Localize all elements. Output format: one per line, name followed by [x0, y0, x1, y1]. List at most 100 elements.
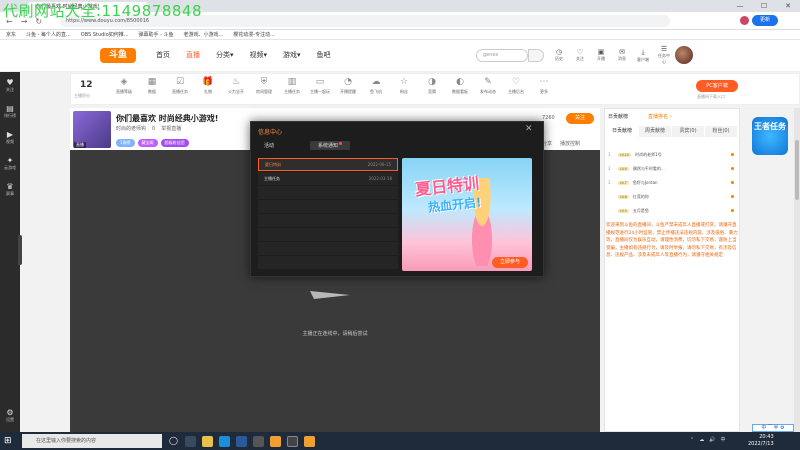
nav-home[interactable]: 首页 [156, 50, 170, 60]
player-control-button[interactable]: 播放控制 [560, 140, 580, 147]
bookmark-item[interactable]: 京东 [6, 31, 16, 38]
network-icon[interactable]: ☁ [699, 437, 704, 443]
sidebar-item-video[interactable]: ▶ 视频 [0, 130, 20, 145]
taskbar-search-input[interactable]: 在这里输入你要搜索的内容 [22, 434, 162, 448]
streamer-name[interactable]: 时尚的老师钩 [116, 125, 146, 132]
stat-item[interactable]: ☑ 直播任务 [168, 77, 192, 95]
rank-more-link[interactable]: 直播排名 › [648, 113, 672, 120]
pc-client-button[interactable]: PC客户端 [696, 80, 738, 92]
report-link[interactable]: 举报直播 [161, 125, 181, 132]
bookmark-item[interactable]: 樱花动漫-专注动... [233, 31, 275, 38]
sidebar-item-follow[interactable]: ♥ 关注 [0, 78, 20, 93]
stat-item[interactable]: ◑ 竞猜 [420, 77, 444, 95]
more-icon: ⋯ [539, 77, 549, 87]
tab-weekly-rank[interactable]: 周贡献榜 [639, 126, 672, 137]
maximize-button[interactable]: ☐ [752, 0, 776, 12]
tag[interactable]: 1周榜 [116, 139, 135, 147]
ime-toolbar[interactable]: 中 ⁀ 半 ⚙ [752, 424, 794, 432]
nav-game[interactable]: 游戏▾ [283, 50, 301, 60]
stat-item[interactable]: 🎁 礼物 [196, 77, 220, 95]
sidebar-item-rank[interactable]: ▤ 排行榜 [0, 104, 20, 119]
system-clock[interactable]: 20:43 2022/7/13 [748, 434, 774, 448]
list-item[interactable]: 1 LV.10 时尚的老师1号 [608, 150, 736, 159]
tab-activities[interactable]: 活动 [256, 141, 282, 150]
tab-system-notice[interactable]: 系统通知 [310, 141, 351, 150]
stat-label: 礼物 [204, 89, 212, 94]
follow-icon[interactable]: ♡ 关注 [573, 48, 587, 62]
stat-item[interactable]: ▭ 主播一起玩 [308, 77, 332, 95]
app-icon[interactable] [304, 435, 315, 447]
follow-button[interactable]: 关注 [566, 113, 594, 124]
update-button[interactable]: 更新 [752, 15, 778, 26]
bookmark-item[interactable]: 老游戏、小游戏... [184, 31, 224, 38]
stat-item[interactable]: ☆ 粉丝 [392, 77, 416, 95]
steam-icon[interactable] [236, 435, 247, 447]
stat-item[interactable]: ♨ 火力全开 [224, 77, 248, 95]
tag[interactable]: 藏宝阁 [137, 139, 158, 147]
sidebar-item-events[interactable]: ♛ 赛事 [0, 182, 20, 197]
video-icon: ▶ [6, 130, 14, 139]
bookmark-item[interactable]: 弹幕助手 - 斗鱼 [139, 31, 174, 38]
list-item[interactable]: LV.5 五月是鱼 [608, 206, 736, 215]
task-icon[interactable]: ☰ 任务中心 [657, 45, 671, 65]
app-icon[interactable] [253, 435, 264, 447]
stat-item[interactable]: ☁ 鱼飞机 [364, 77, 388, 95]
tray-expand-icon[interactable]: ⌃ [690, 437, 694, 443]
stat-item[interactable]: ⋯ 更多 [532, 77, 556, 95]
folder-icon[interactable] [202, 435, 213, 447]
join-button[interactable]: 立即参与 [492, 257, 528, 268]
search-icon[interactable] [528, 49, 544, 62]
list-item[interactable]: 主播任务 2022-03-18 [258, 172, 398, 185]
live-icon[interactable]: ▣ 开播 [594, 48, 608, 62]
close-icon[interactable]: ✕ [525, 124, 533, 134]
task-view-icon[interactable]: ◯ [168, 436, 179, 447]
stat-label: 更多 [540, 89, 548, 94]
tab-vip[interactable]: 贵宾(0) [672, 126, 705, 137]
stat-item[interactable]: ▥ 主播任务 [280, 77, 304, 95]
app-icon[interactable] [270, 435, 281, 447]
list-item[interactable]: 夏日特训 2022-06-15 [258, 158, 398, 171]
list-item[interactable]: 3 LV.7 鱼籽与Jordan [608, 178, 736, 187]
nav-live[interactable]: 直播 [186, 50, 200, 60]
list-item[interactable]: 2 LV.9 偶然与平时看的... [608, 164, 736, 173]
nav-yuba[interactable]: 鱼吧 [317, 50, 331, 60]
stat-item[interactable]: ▦ 数据 [140, 77, 164, 95]
stat-item[interactable]: ◈ 直播等级 [112, 77, 136, 95]
bookmark-item[interactable]: OBS Studio如何推... [81, 31, 129, 38]
edit-icon: ✎ [484, 77, 492, 87]
site-logo[interactable]: 斗鱼 [100, 48, 136, 63]
tag[interactable]: 超级粉丝团 [160, 139, 189, 147]
sidebar-item-settings[interactable]: ⚙ 设置 [0, 408, 20, 423]
promo-badge[interactable]: 王者任务 [752, 117, 788, 155]
volume-icon[interactable]: 🔊 [709, 437, 715, 443]
download-icon[interactable]: ⤓ 客户端 [636, 48, 650, 63]
app-icon[interactable] [185, 435, 196, 447]
bookmark-item[interactable]: 斗鱼 - 每个人的直... [26, 31, 71, 38]
search-input[interactable]: genes [476, 49, 528, 62]
obs-icon[interactable] [287, 435, 298, 447]
minimize-button[interactable]: — [728, 0, 752, 12]
sidebar-collapse-handle[interactable] [18, 235, 22, 265]
stat-item[interactable]: ♡ 主播后台 [504, 77, 528, 95]
stat-item[interactable]: ◔ 开播提醒 [336, 77, 360, 95]
user-avatar[interactable] [675, 46, 693, 64]
stat-item[interactable]: ✎ 发布动态 [476, 77, 500, 95]
list-item[interactable]: LV.6 红莲的你 [608, 192, 736, 201]
edge-icon[interactable] [219, 435, 230, 447]
shield-icon: ⛨ [260, 77, 268, 87]
history-icon[interactable]: ◷ 历史 [552, 48, 566, 62]
stat-item[interactable]: ◐ 数据看板 [448, 77, 472, 95]
stat-item[interactable]: ⛨ 房间管理 [252, 77, 276, 95]
nav-video[interactable]: 视频▾ [250, 50, 268, 60]
close-window-button[interactable]: ✕ [776, 0, 800, 12]
message-icon[interactable]: ✉ 消息 [615, 48, 629, 62]
scrollbar-thumb[interactable] [795, 140, 799, 200]
browser-profile-icon[interactable] [740, 16, 749, 25]
input-method-icon[interactable]: 中 [720, 436, 725, 443]
level-badge: LV.5 [618, 208, 629, 213]
sidebar-item-cloudgame[interactable]: ✦ 云游戏 [0, 156, 20, 171]
windows-start-icon[interactable]: ⊞ [4, 436, 12, 446]
nav-category[interactable]: 分类▾ [216, 50, 234, 60]
tab-daily-rank[interactable]: 日贡献榜 [606, 126, 639, 137]
tab-fans[interactable]: 粉丝(0) [705, 126, 738, 137]
